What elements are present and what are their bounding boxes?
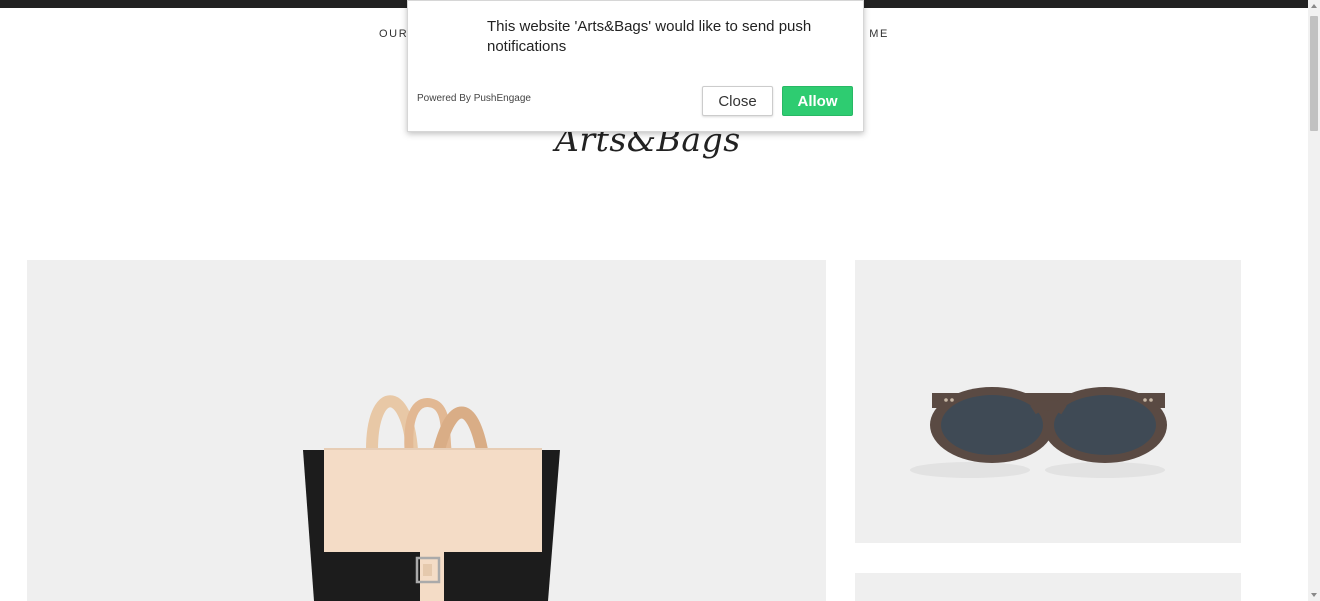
scrollbar-thumb[interactable] xyxy=(1310,16,1318,131)
powered-by-label[interactable]: Powered By PushEngage xyxy=(417,93,531,104)
product-card-partial[interactable] xyxy=(855,573,1241,601)
push-notification-dialog: This website 'Arts&Bags' would like to s… xyxy=(407,0,864,132)
sunglasses-icon xyxy=(910,387,1167,478)
vertical-scrollbar[interactable] xyxy=(1308,0,1320,601)
backpack-icon xyxy=(303,395,560,601)
scroll-down-arrow-icon[interactable] xyxy=(1311,593,1317,597)
product-card-sunglasses[interactable] xyxy=(855,260,1241,543)
scroll-up-arrow-icon[interactable] xyxy=(1311,4,1317,8)
allow-button[interactable]: Allow xyxy=(782,86,853,116)
product-card-backpack[interactable] xyxy=(27,260,826,601)
nav-item-our[interactable]: OUR xyxy=(379,28,408,40)
push-message: This website 'Arts&Bags' would like to s… xyxy=(487,18,812,55)
close-button[interactable]: Close xyxy=(702,86,773,116)
